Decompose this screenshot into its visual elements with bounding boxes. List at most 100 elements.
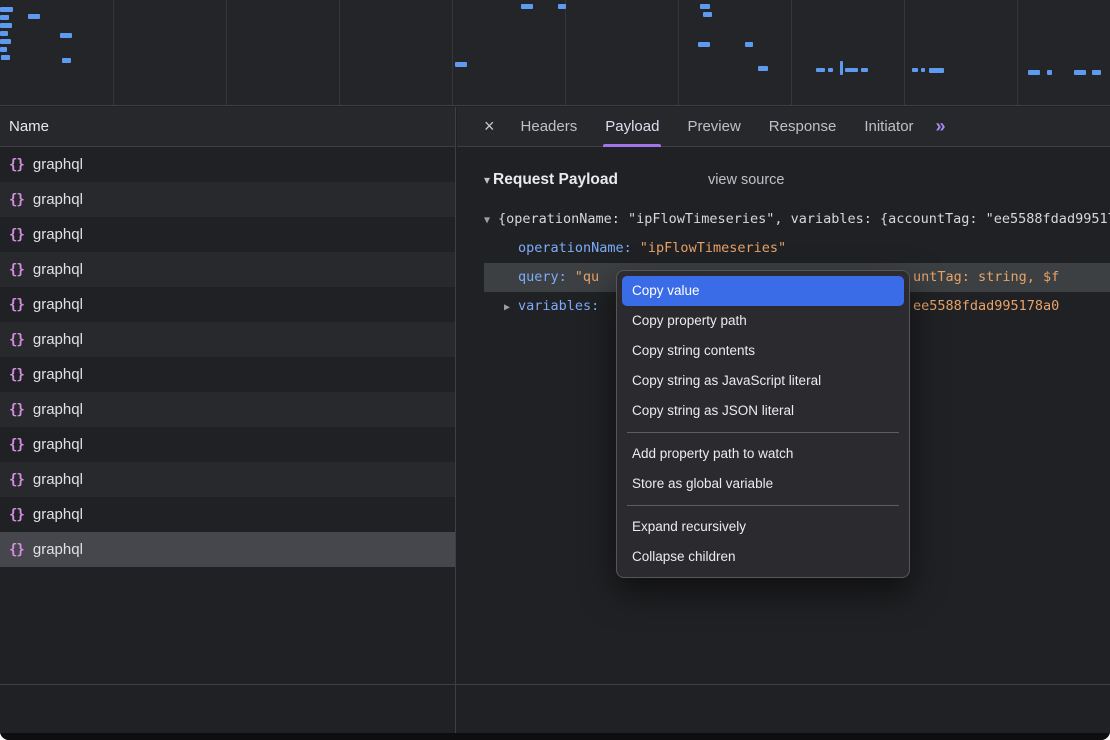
expanded-triangle-icon[interactable]: ▼ — [484, 206, 498, 234]
network-activity-bar — [861, 68, 868, 72]
network-request-row[interactable]: {} graphql — [0, 392, 455, 427]
menu-item-copy-property-path[interactable]: Copy property path — [622, 306, 904, 336]
footer-divider — [0, 684, 1110, 685]
json-braces-icon: {} — [9, 367, 24, 383]
menu-separator — [627, 432, 899, 433]
json-braces-icon: {} — [9, 157, 24, 173]
network-activity-bar — [698, 42, 710, 47]
network-activity-bar — [745, 42, 753, 47]
network-requests-panel: Name {} graphql {} graphql {} graphql {} graphq… — [0, 107, 456, 734]
network-activity-bar — [1, 55, 10, 60]
timeline-gridline — [1017, 0, 1018, 105]
request-name: graphql — [33, 471, 83, 488]
menu-item-copy-string-as-javascript-literal[interactable]: Copy string as JavaScript literal — [622, 366, 904, 396]
network-overview-timeline[interactable] — [0, 0, 1110, 106]
network-activity-bar — [0, 31, 8, 36]
tab-preview[interactable]: Preview — [687, 107, 740, 147]
more-tabs-icon[interactable]: » — [936, 116, 946, 137]
network-activity-bar — [758, 66, 768, 71]
tab-response[interactable]: Response — [769, 107, 837, 147]
section-collapse-icon[interactable]: ▾ — [484, 173, 490, 187]
property-value: "qu — [575, 269, 599, 285]
menu-separator — [627, 505, 899, 506]
request-name: graphql — [33, 226, 83, 243]
menu-item-collapse-children[interactable]: Collapse children — [622, 542, 904, 572]
tab-headers[interactable]: Headers — [521, 107, 578, 147]
json-braces-icon: {} — [9, 297, 24, 313]
property-value-continued: untTag: string, $f — [913, 263, 1059, 292]
devtools-window: Name {} graphql {} graphql {} graphql {} graphq… — [0, 0, 1110, 740]
tab-payload[interactable]: Payload — [605, 107, 659, 147]
network-request-row[interactable]: {} graphql — [0, 357, 455, 392]
request-name: graphql — [33, 541, 83, 558]
network-request-row[interactable]: {} graphql — [0, 532, 455, 567]
timeline-gridline — [339, 0, 340, 105]
json-braces-icon: {} — [9, 332, 24, 348]
network-activity-bar — [0, 7, 13, 12]
collapsed-triangle-icon[interactable]: ▶ — [504, 293, 518, 321]
json-braces-icon: {} — [9, 437, 24, 453]
menu-item-expand-recursively[interactable]: Expand recursively — [622, 512, 904, 542]
property-key: query: — [518, 269, 567, 285]
network-activity-bar — [840, 61, 843, 75]
network-activity-bar — [921, 68, 925, 72]
network-activity-bar — [60, 33, 72, 38]
request-name: graphql — [33, 366, 83, 383]
network-activity-bar — [1047, 70, 1052, 75]
network-activity-bar — [28, 14, 40, 19]
network-request-row[interactable]: {}graphql — [0, 182, 455, 217]
property-key: operationName: — [518, 240, 632, 256]
timeline-gridline — [565, 0, 566, 105]
menu-item-add-property-path-to-watch[interactable]: Add property path to watch — [622, 439, 904, 469]
timeline-gridline — [226, 0, 227, 105]
property-key: variables: — [518, 298, 599, 314]
close-icon[interactable]: × — [484, 116, 495, 137]
json-braces-icon: {} — [9, 472, 24, 488]
context-menu: Copy valueCopy property pathCopy string … — [616, 270, 910, 578]
property-value-continued: ee5588fdad995178a0 — [913, 292, 1059, 321]
view-source-link[interactable]: view source — [708, 172, 785, 188]
window-bottom-edge — [0, 733, 1110, 740]
json-braces-icon: {} — [9, 402, 24, 418]
network-activity-bar — [703, 12, 712, 17]
network-activity-bar — [0, 23, 12, 28]
request-name: graphql — [33, 401, 83, 418]
network-activity-bar — [912, 68, 918, 72]
network-request-row[interactable]: {}graphql — [0, 287, 455, 322]
timeline-gridline — [678, 0, 679, 105]
request-name: graphql — [33, 331, 83, 348]
property-value: "ipFlowTimeseries" — [640, 240, 786, 256]
section-title[interactable]: Request Payload — [493, 171, 618, 189]
network-request-row[interactable]: {} graphql — [0, 427, 455, 462]
timeline-gridline — [791, 0, 792, 105]
payload-summary-line[interactable]: ▼{operationName: "ipFlowTimeseries", var… — [484, 205, 1110, 234]
network-request-row[interactable]: {}graphql — [0, 252, 455, 287]
network-activity-bar — [62, 58, 71, 63]
request-payload-header: ▾ Request Payload view source — [484, 169, 1110, 191]
json-braces-icon: {} — [9, 542, 24, 558]
network-request-row[interactable]: {}graphql — [0, 217, 455, 252]
menu-item-store-as-global-variable[interactable]: Store as global variable — [622, 469, 904, 499]
network-activity-bar — [1074, 70, 1086, 75]
network-activity-bar — [0, 39, 11, 44]
network-request-row[interactable]: {}graphql — [0, 147, 455, 182]
network-activity-bar — [1028, 70, 1040, 75]
request-name: graphql — [33, 506, 83, 523]
timeline-gridline — [904, 0, 905, 105]
tab-initiator[interactable]: Initiator — [864, 107, 913, 147]
network-activity-bar — [455, 62, 467, 67]
network-request-row[interactable]: {} graphql — [0, 322, 455, 357]
timeline-gridline — [452, 0, 453, 105]
menu-item-copy-string-as-json-literal[interactable]: Copy string as JSON literal — [622, 396, 904, 426]
network-request-row[interactable]: {} graphql — [0, 462, 455, 497]
details-tabs-bar: × Headers Payload Preview Response Initiator… — [457, 107, 1110, 147]
request-name: graphql — [33, 436, 83, 453]
details-tabs: Headers Payload Preview Response Initiator — [507, 107, 928, 147]
menu-item-copy-string-contents[interactable]: Copy string contents — [622, 336, 904, 366]
network-request-row[interactable]: {}graphql — [0, 497, 455, 532]
name-column-header[interactable]: Name — [0, 107, 455, 147]
menu-item-copy-value[interactable]: Copy value — [622, 276, 904, 306]
operation-name-line[interactable]: operationName: "ipFlowTimeseries" — [484, 234, 1110, 263]
network-activity-bar — [816, 68, 825, 72]
request-name: graphql — [33, 191, 83, 208]
